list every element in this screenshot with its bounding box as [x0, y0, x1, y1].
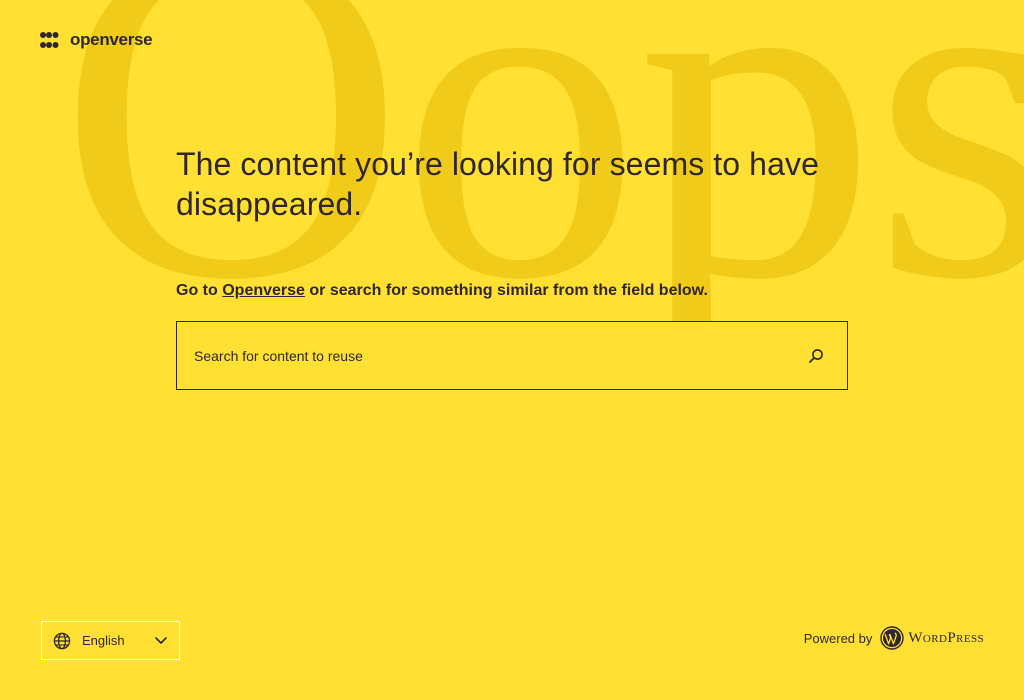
search-button[interactable]: [785, 322, 847, 389]
wordpress-wordmark: WordPress: [908, 629, 984, 646]
language-select[interactable]: English: [41, 621, 180, 660]
powered-by: Powered by WordPress: [804, 626, 984, 650]
wordpress-link[interactable]: WordPress: [880, 626, 984, 650]
page-heading: The content you’re looking for seems to …: [176, 146, 819, 222]
search-input[interactable]: [177, 322, 785, 389]
openverse-logo-link[interactable]: openverse: [40, 30, 153, 50]
chevron-down-icon: [155, 637, 167, 644]
openverse-home-link[interactable]: Openverse: [222, 282, 305, 299]
language-selected-value: English: [82, 633, 125, 648]
subtext-prefix: Go to: [176, 282, 223, 299]
logo-text: openverse: [70, 30, 153, 49]
powered-by-label: Powered by: [803, 630, 873, 646]
wordpress-icon: [880, 626, 905, 650]
search-icon: [809, 348, 823, 363]
search-form: [176, 321, 848, 390]
error-description: Go to Openverse or search for something …: [176, 280, 848, 302]
openverse-logo-icon: [40, 32, 59, 48]
subtext-suffix: or search for something similar from the…: [304, 282, 708, 299]
error-content: The content you’re looking for seems to …: [176, 144, 848, 302]
globe-icon: [53, 632, 71, 649]
not-found-page: Oops! openverse The content you’re looki…: [0, 0, 1024, 700]
